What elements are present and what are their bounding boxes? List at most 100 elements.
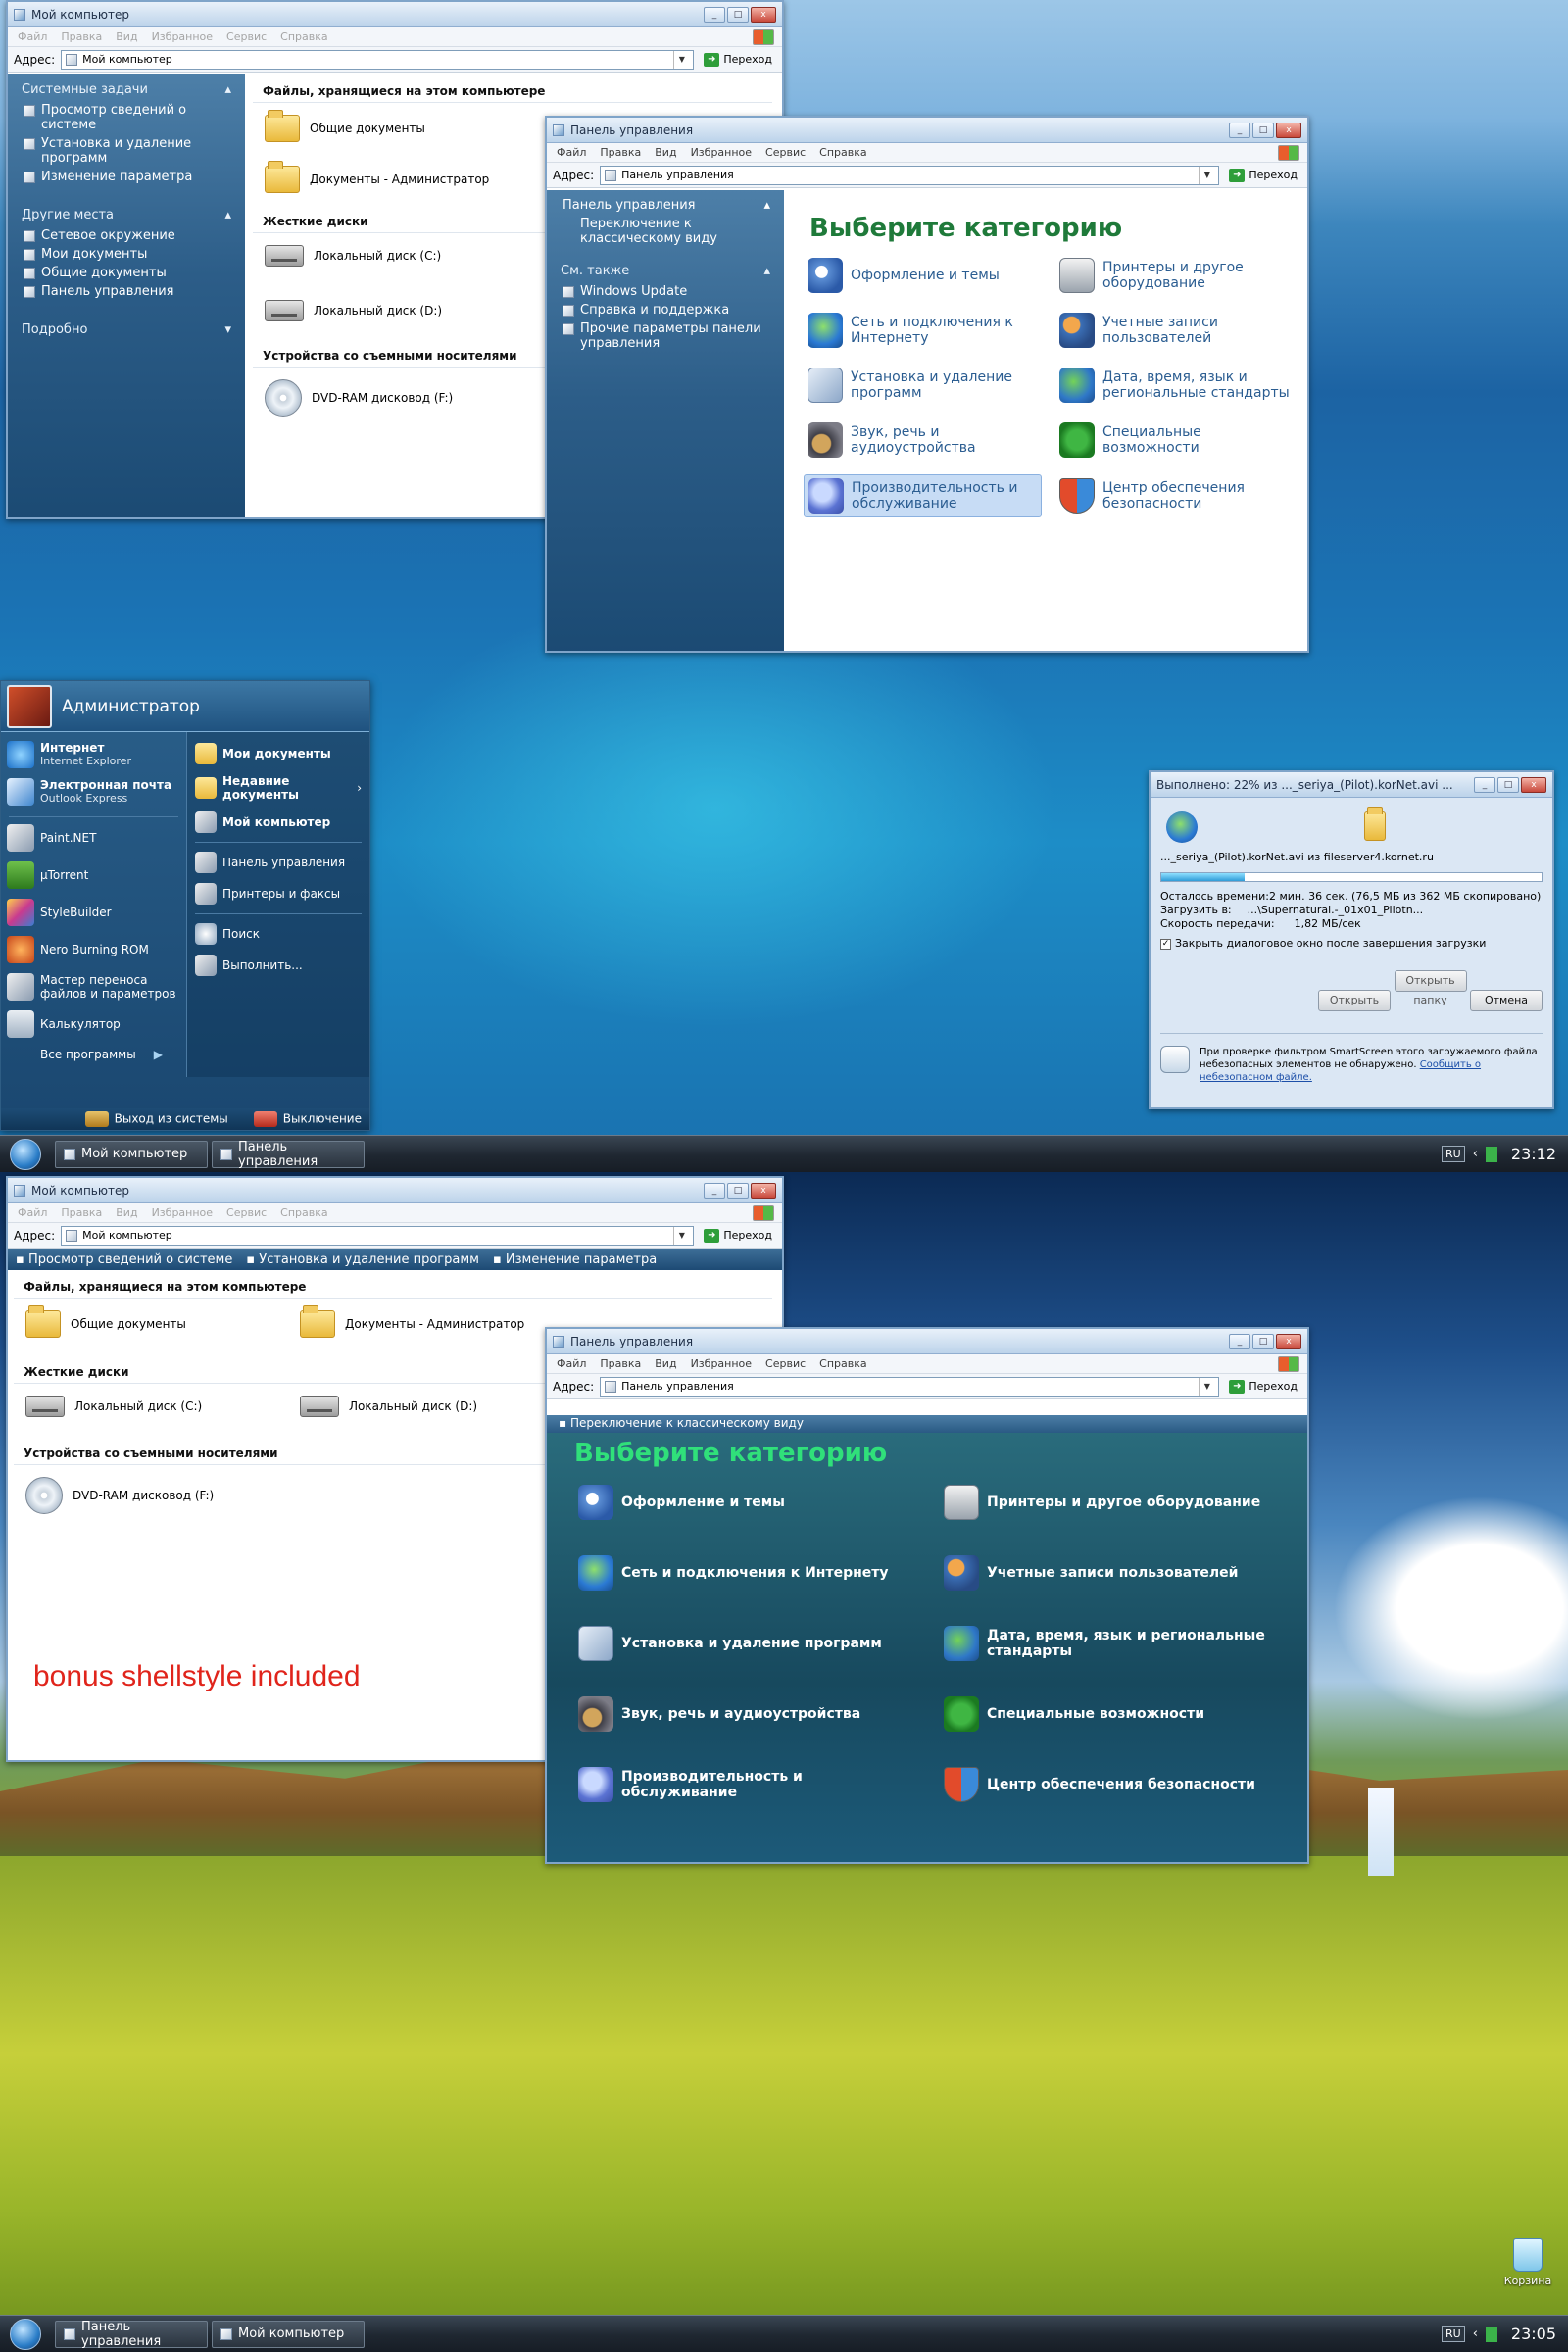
open-button[interactable]: Открыть bbox=[1318, 990, 1391, 1011]
chevron-down-icon[interactable]: ▼ bbox=[673, 1226, 689, 1245]
drive-c[interactable]: Локальный диск (C:) bbox=[14, 1390, 288, 1423]
category-network[interactable]: Сеть и подключения к Интернету bbox=[574, 1552, 914, 1593]
all-programs-button[interactable]: Все программы ▶ bbox=[1, 1045, 186, 1068]
address-field[interactable]: Панель управления ▼ bbox=[600, 1376, 1220, 1396]
taskbar-button-my-computer[interactable]: Мой компьютер bbox=[55, 1140, 208, 1168]
minimize-button[interactable]: _ bbox=[1229, 1333, 1250, 1349]
recent-stylebuilder[interactable]: StyleBuilder bbox=[1, 896, 186, 933]
pinned-email[interactable]: Электронная почта Outlook Express bbox=[1, 775, 186, 812]
category-datetime[interactable]: Дата, время, язык и региональные стандар… bbox=[1055, 365, 1294, 406]
close-button[interactable]: x bbox=[1276, 1333, 1301, 1349]
menu-favorites[interactable]: Избранное bbox=[152, 1206, 213, 1219]
start-button[interactable] bbox=[10, 1138, 41, 1170]
right-printers[interactable]: Принтеры и факсы bbox=[187, 878, 369, 909]
chevron-down-icon[interactable]: ▾ bbox=[224, 322, 231, 337]
menu-edit[interactable]: Правка bbox=[600, 1357, 641, 1370]
task-add-remove-programs[interactable]: Установка и удаление программ bbox=[8, 134, 245, 168]
chevron-up-icon[interactable]: ▴ bbox=[224, 82, 231, 97]
maximize-button[interactable]: □ bbox=[1497, 776, 1519, 793]
category-security[interactable]: Центр обеспечения безопасности bbox=[940, 1764, 1280, 1805]
windows-update-link[interactable]: Windows Update bbox=[547, 282, 784, 301]
category-themes[interactable]: Оформление и темы bbox=[574, 1482, 914, 1523]
shutdown-button[interactable]: Выключение bbox=[253, 1111, 362, 1127]
chevron-left-icon[interactable]: ‹ bbox=[1473, 1147, 1478, 1161]
recent-utorrent[interactable]: µTorrent bbox=[1, 858, 186, 896]
folder-shared-documents[interactable]: Общие документы bbox=[14, 1304, 288, 1344]
switch-classic-view-link[interactable]: ▪ Переключение к классическому виду bbox=[547, 1415, 1307, 1433]
close-after-download-checkbox[interactable]: ✓ Закрыть диалоговое окно после завершени… bbox=[1160, 937, 1543, 951]
category-performance[interactable]: Производительность и обслуживание bbox=[574, 1764, 914, 1805]
system-tasks-header[interactable]: Системные задачи ▴ bbox=[8, 74, 245, 101]
right-control-panel[interactable]: Панель управления bbox=[187, 847, 369, 878]
task-view-system-info[interactable]: Просмотр сведений о системе bbox=[8, 101, 245, 134]
minimize-button[interactable]: _ bbox=[1474, 776, 1495, 793]
menu-tools[interactable]: Сервис bbox=[226, 30, 267, 43]
pinned-internet[interactable]: Интернет Internet Explorer bbox=[1, 738, 186, 775]
place-my-documents[interactable]: Мои документы bbox=[8, 245, 245, 264]
avatar[interactable] bbox=[7, 684, 52, 728]
title-bar[interactable]: Мой компьютер _ □ x bbox=[8, 1178, 782, 1203]
minimize-button[interactable]: _ bbox=[704, 6, 725, 23]
maximize-button[interactable]: □ bbox=[727, 1182, 749, 1199]
menu-edit[interactable]: Правка bbox=[61, 1206, 102, 1219]
category-install[interactable]: Установка и удаление программ bbox=[804, 365, 1042, 406]
close-button[interactable]: x bbox=[751, 6, 776, 23]
switch-classic-view-link[interactable]: Переключение к классическому виду bbox=[547, 215, 784, 248]
menu-view[interactable]: Вид bbox=[116, 1206, 137, 1219]
address-field[interactable]: Мой компьютер ▼ bbox=[61, 1225, 695, 1246]
checkbox-checked-icon[interactable]: ✓ bbox=[1160, 938, 1171, 950]
chevron-up-icon[interactable]: ▴ bbox=[224, 208, 231, 222]
chevron-down-icon[interactable]: ▼ bbox=[1199, 166, 1214, 184]
category-printers[interactable]: Принтеры и другое оборудование bbox=[1055, 255, 1294, 296]
close-button[interactable]: x bbox=[1521, 776, 1546, 793]
recent-nero[interactable]: Nero Burning ROM bbox=[1, 933, 186, 970]
category-performance[interactable]: Производительность и обслуживание bbox=[804, 474, 1042, 517]
chevron-up-icon[interactable]: ▴ bbox=[763, 198, 770, 213]
close-button[interactable]: x bbox=[1276, 122, 1301, 138]
recent-calculator[interactable]: Калькулятор bbox=[1, 1007, 186, 1045]
category-themes[interactable]: Оформление и темы bbox=[804, 255, 1042, 296]
start-button[interactable] bbox=[10, 2318, 41, 2350]
address-field[interactable]: Мой компьютер ▼ bbox=[61, 49, 695, 70]
category-sound[interactable]: Звук, речь и аудиоустройства bbox=[574, 1693, 914, 1735]
go-button[interactable]: ➜ Переход bbox=[700, 1228, 776, 1243]
category-accessibility[interactable]: Специальные возможности bbox=[1055, 419, 1294, 461]
recycle-bin[interactable]: Корзина bbox=[1499, 2238, 1556, 2287]
category-accessibility[interactable]: Специальные возможности bbox=[940, 1693, 1280, 1735]
drive-d[interactable]: Локальный диск (D:) bbox=[288, 1390, 489, 1423]
folder-admin-documents[interactable]: Документы - Администратор bbox=[288, 1304, 536, 1344]
recent-transfer-wizard[interactable]: Мастер переноса файлов и параметров bbox=[1, 970, 186, 1007]
go-button[interactable]: ➜ Переход bbox=[1225, 168, 1301, 182]
logoff-button[interactable]: Выход из системы bbox=[84, 1111, 228, 1127]
task-change-setting[interactable]: Изменение параметра bbox=[8, 168, 245, 186]
right-run[interactable]: Выполнить... bbox=[187, 950, 369, 981]
clock[interactable]: 23:05 bbox=[1511, 2325, 1556, 2343]
minimize-button[interactable]: _ bbox=[1229, 122, 1250, 138]
category-network[interactable]: Сеть и подключения к Интернету bbox=[804, 310, 1042, 351]
category-printers[interactable]: Принтеры и другое оборудование bbox=[940, 1482, 1280, 1523]
toolbar-add-remove[interactable]: ▪ Установка и удаление программ bbox=[246, 1252, 479, 1267]
category-install[interactable]: Установка и удаление программ bbox=[574, 1623, 914, 1664]
menu-tools[interactable]: Сервис bbox=[765, 1357, 806, 1370]
place-network[interactable]: Сетевое окружение bbox=[8, 226, 245, 245]
title-bar[interactable]: Мой компьютер _ □ x bbox=[8, 2, 782, 27]
cancel-button[interactable]: Отмена bbox=[1470, 990, 1543, 1011]
place-control-panel[interactable]: Панель управления bbox=[8, 282, 245, 301]
menu-help[interactable]: Справка bbox=[819, 1357, 866, 1370]
right-search[interactable]: Поиск bbox=[187, 918, 369, 950]
control-panel-window[interactable]: Панель управления _ □ x Файл Правка Вид Избра… bbox=[545, 116, 1309, 653]
go-button[interactable]: ➜ Переход bbox=[700, 52, 776, 67]
category-datetime[interactable]: Дата, время, язык и региональные стандар… bbox=[940, 1623, 1280, 1664]
menu-help[interactable]: Справка bbox=[280, 30, 327, 43]
other-places-header[interactable]: Другие места ▴ bbox=[8, 200, 245, 226]
menu-edit[interactable]: Правка bbox=[61, 30, 102, 43]
menu-file[interactable]: Файл bbox=[18, 1206, 47, 1219]
control-panel-header[interactable]: Панель управления ▴ bbox=[547, 190, 784, 215]
menu-help[interactable]: Справка bbox=[280, 1206, 327, 1219]
other-options-link[interactable]: Прочие параметры панели управления bbox=[547, 319, 784, 353]
language-indicator[interactable]: RU bbox=[1441, 2326, 1465, 2342]
menu-file[interactable]: Файл bbox=[557, 1357, 586, 1370]
maximize-button[interactable]: □ bbox=[1252, 122, 1274, 138]
see-also-header[interactable]: См. также ▴ bbox=[547, 256, 784, 282]
open-folder-button[interactable]: Открыть папку bbox=[1394, 970, 1467, 1006]
